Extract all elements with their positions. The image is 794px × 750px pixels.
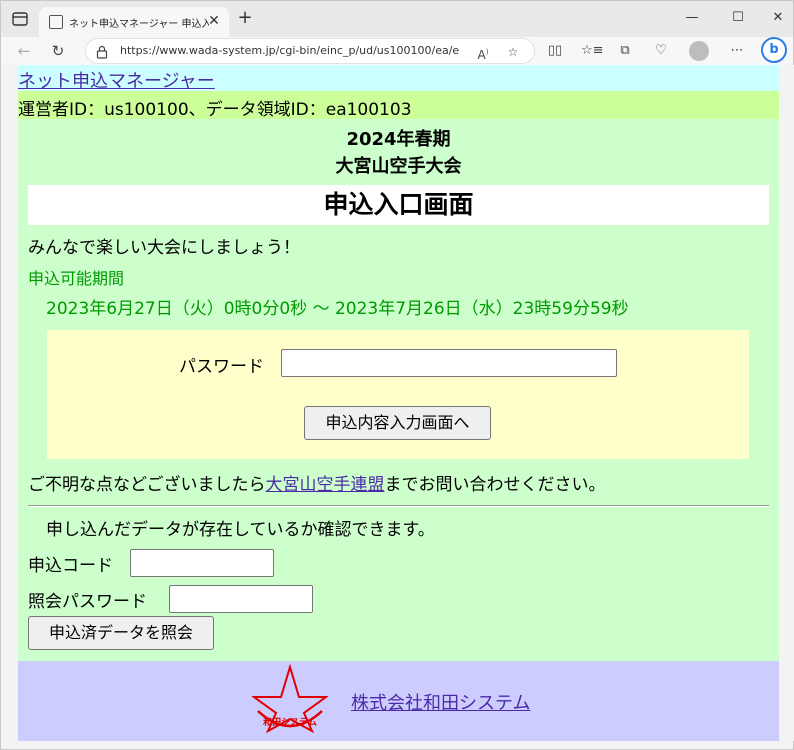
period-value: 2023年6月27日（火）0時0分0秒 ～ 2023年7月26日（水）23時59… bbox=[46, 299, 629, 319]
minimize-icon[interactable]: — bbox=[677, 7, 707, 29]
tab-actions-icon[interactable] bbox=[9, 10, 31, 28]
query-button[interactable]: 申込済データを照会 bbox=[28, 616, 214, 650]
address-url[interactable]: https://www.wada-system.jp/cgi-bin/einc_… bbox=[120, 44, 460, 57]
left-gutter bbox=[1, 65, 18, 741]
page-icon bbox=[49, 15, 63, 29]
read-aloud-icon[interactable]: A) bbox=[474, 43, 492, 62]
site-info-icon[interactable] bbox=[96, 44, 108, 59]
event-name: 大宮山空手大会 bbox=[335, 156, 462, 177]
refresh-icon[interactable]: ↻ bbox=[47, 40, 69, 62]
window-close-icon[interactable]: ✕ bbox=[763, 7, 793, 29]
more-icon[interactable]: ⋯ bbox=[727, 41, 747, 61]
profile-avatar[interactable] bbox=[689, 41, 709, 61]
browser-window: ネット申込マネージャー 申込入口画面 ✕ + — ☐ ✕ ← ↻ https:/… bbox=[0, 0, 794, 750]
bing-icon[interactable]: b bbox=[761, 37, 787, 63]
back-icon[interactable]: ← bbox=[13, 40, 35, 62]
close-icon[interactable]: ✕ bbox=[205, 12, 223, 30]
federation-link[interactable]: 大宮山空手連盟 bbox=[266, 475, 385, 495]
right-gutter bbox=[779, 65, 794, 741]
code-input[interactable] bbox=[130, 549, 274, 577]
event-term: 2024年春期 bbox=[346, 129, 451, 150]
footer: 和田システム 株式会社和田システム bbox=[18, 661, 779, 741]
address-bar[interactable]: https://www.wada-system.jp/cgi-bin/einc_… bbox=[85, 38, 535, 64]
page-title: 申込入口画面 bbox=[28, 185, 769, 225]
contact-text-after: までお問い合わせください。 bbox=[384, 475, 606, 495]
contact-text-before: ご不明な点などございましたら bbox=[28, 475, 266, 495]
password-panel: パスワード 申込内容入力画面へ bbox=[47, 330, 749, 459]
password-label: パスワード bbox=[179, 357, 264, 377]
password-input[interactable] bbox=[281, 349, 617, 377]
code-label: 申込コード bbox=[28, 556, 113, 576]
collections-icon[interactable]: ⧉ bbox=[615, 41, 635, 61]
star-logo: 和田システム bbox=[250, 663, 330, 734]
contact-line: ご不明な点などございましたら大宮山空手連盟までお問い合わせください。 bbox=[28, 470, 606, 495]
maximize-icon[interactable]: ☐ bbox=[723, 7, 753, 29]
address-toolbar: ← ↻ https://www.wada-system.jp/cgi-bin/e… bbox=[1, 37, 793, 65]
browser-essentials-icon[interactable]: ♡ bbox=[651, 41, 671, 61]
favorite-add-icon[interactable]: ☆ bbox=[504, 43, 522, 61]
company-link[interactable]: 株式会社和田システム bbox=[351, 689, 530, 715]
id-line: 運営者ID：us100100、データ領域ID：ea100103 bbox=[18, 100, 412, 120]
query-password-input[interactable] bbox=[169, 585, 313, 613]
query-password-label: 照会パスワード bbox=[28, 592, 147, 612]
divider bbox=[28, 505, 769, 507]
split-screen-icon[interactable]: ▯▯ bbox=[545, 41, 565, 61]
period-label: 申込可能期間 bbox=[28, 269, 125, 288]
confirm-note: 申し込んだデータが存在しているか確認できます。 bbox=[46, 520, 435, 540]
id-bar: 運営者ID：us100100、データ領域ID：ea100103 bbox=[18, 91, 779, 120]
submit-button[interactable]: 申込内容入力画面へ bbox=[304, 406, 491, 440]
tab-bar: ネット申込マネージャー 申込入口画面 ✕ + — ☐ ✕ bbox=[1, 1, 793, 37]
brand-link[interactable]: ネット申込マネージャー bbox=[18, 67, 215, 93]
page-viewport: ネット申込マネージャー 運営者ID：us100100、データ領域ID：ea100… bbox=[18, 65, 779, 741]
brand-bar: ネット申込マネージャー bbox=[18, 65, 779, 93]
favorites-icon[interactable]: ☆≡ bbox=[581, 41, 604, 61]
tab-title: ネット申込マネージャー 申込入口画面 bbox=[69, 19, 209, 30]
logo-text: 和田システム bbox=[262, 716, 317, 728]
browser-tab[interactable]: ネット申込マネージャー 申込入口画面 ✕ bbox=[39, 7, 229, 37]
greeting-text: みんなで楽しい大会にしましょう！ bbox=[28, 238, 300, 258]
plus-icon[interactable]: + bbox=[235, 9, 255, 29]
